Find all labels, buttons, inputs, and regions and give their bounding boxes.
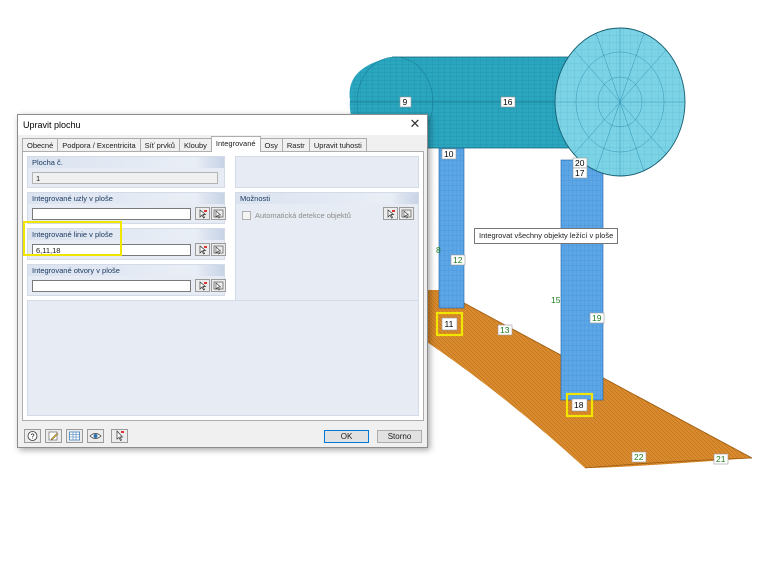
model-label-18: 18 [571, 398, 588, 412]
integrated-tab-panel: Plocha č. 1 Integrované uzly v ploše Mož… [22, 151, 424, 421]
svg-text:10: 10 [444, 149, 454, 159]
model-label-16: 16 [500, 96, 516, 108]
svg-text:?: ? [31, 434, 35, 441]
pick-all-icon [213, 281, 224, 291]
blank-group [235, 156, 419, 188]
integrated-openings-label: Integrované otvory v ploše [28, 265, 224, 276]
close-icon[interactable]: ✕ [407, 116, 423, 132]
surface-no-label: Plocha č. [28, 157, 224, 168]
tab-modify-stiffness[interactable]: Upravit tuhosti [308, 138, 367, 152]
table-icon [69, 431, 80, 441]
integrated-nodes-input[interactable] [32, 208, 191, 220]
info-area [27, 300, 419, 416]
model-label-13: 13 [497, 324, 513, 336]
view-button[interactable] [87, 429, 104, 443]
surface-no-field: 1 [32, 172, 218, 184]
edit-button[interactable] [45, 429, 62, 443]
pick-all-openings-button[interactable] [211, 279, 226, 292]
model-label-17: 17 [572, 167, 588, 179]
left-wall[interactable] [438, 147, 465, 309]
model-label-9: 9 [399, 96, 412, 108]
model-label-8: 8 [436, 245, 441, 255]
pick-all-lines-button[interactable] [211, 243, 226, 256]
eye-icon [89, 433, 102, 439]
integrated-lines-input[interactable]: 6,11,18 [32, 244, 191, 256]
pick-all-icon [401, 209, 412, 219]
integrated-nodes-group: Integrované uzly v ploše [27, 192, 226, 224]
help-icon: ? [27, 431, 38, 441]
pick-cursor-icon [199, 209, 207, 219]
model-label-21: 21 [713, 453, 729, 465]
table-button[interactable] [66, 429, 83, 443]
pick-all-nodes-button[interactable] [211, 207, 226, 220]
tooltip: Integrovat všechny objekty ležící v ploš… [474, 228, 619, 244]
options-label: Možnosti [236, 193, 418, 204]
svg-text:17: 17 [575, 168, 585, 178]
surface-no-group: Plocha č. 1 [27, 156, 225, 188]
model-label-22: 22 [631, 451, 647, 463]
tab-axes[interactable]: Osy [259, 138, 283, 152]
pick-cursor-icon [199, 245, 207, 255]
auto-detect-label: Automatická detekce objektů [255, 211, 351, 220]
ok-button[interactable]: OK [324, 430, 369, 443]
svg-text:21: 21 [716, 454, 726, 464]
auto-detect-checkbox[interactable] [242, 211, 251, 220]
svg-text:9: 9 [403, 97, 408, 107]
svg-text:12: 12 [453, 255, 463, 265]
model-label-11: 11 [441, 317, 458, 331]
pick-openings-button[interactable] [195, 279, 210, 292]
model-label-10: 10 [441, 148, 457, 160]
tab-grid[interactable]: Rastr [281, 138, 310, 152]
svg-text:11: 11 [445, 319, 454, 329]
svg-text:18: 18 [574, 400, 584, 410]
svg-text:22: 22 [634, 452, 644, 462]
pick-nodes-button[interactable] [195, 207, 210, 220]
tab-strip: Obecné Podpora / Excentricita Síť prvků … [22, 136, 367, 152]
svg-text:15: 15 [551, 295, 561, 305]
model-label-20: 20 [572, 157, 588, 169]
pick-cursor-icon [387, 209, 395, 219]
options-pick-all-button[interactable] [399, 207, 414, 220]
tab-integrated[interactable]: Integrované [210, 136, 261, 152]
model-label-15: 15 [551, 295, 561, 305]
integrated-nodes-label: Integrované uzly v ploše [28, 193, 224, 204]
pick-cursor-icon [199, 281, 207, 291]
cancel-button[interactable]: Storno [377, 430, 422, 443]
svg-text:16: 16 [503, 97, 513, 107]
right-wall[interactable] [560, 159, 604, 401]
options-pick-button[interactable] [383, 207, 398, 220]
tab-hinges[interactable]: Klouby [178, 138, 212, 152]
pick-all-icon [213, 209, 224, 219]
integrated-openings-input[interactable] [32, 280, 191, 292]
svg-text:19: 19 [592, 313, 602, 323]
dialog-footer: ? OK Storno [18, 421, 427, 447]
svg-text:8: 8 [436, 245, 441, 255]
auto-detect-row[interactable]: Automatická detekce objektů [242, 211, 351, 220]
svg-text:20: 20 [575, 158, 585, 168]
dialog-title: Upravit plochu [23, 120, 81, 130]
integrated-lines-group: Integrované linie v ploše 6,11,18 [27, 228, 226, 260]
model-label-19: 19 [589, 312, 605, 324]
help-button[interactable]: ? [24, 429, 41, 443]
pick-lines-button[interactable] [195, 243, 210, 256]
tab-mesh[interactable]: Síť prvků [139, 138, 180, 152]
integrated-openings-group: Integrované otvory v ploše [27, 264, 226, 296]
pick-all-icon [213, 245, 224, 255]
select-icon [116, 430, 124, 441]
tab-support-eccentricity[interactable]: Podpora / Excentricita [57, 138, 141, 152]
edit-surface-dialog: Upravit plochu ✕ Obecné Podpora / Excent… [17, 114, 428, 448]
svg-text:13: 13 [500, 325, 510, 335]
model-label-12: 12 [450, 254, 466, 266]
dialog-titlebar[interactable]: Upravit plochu ✕ [18, 115, 427, 135]
integrated-lines-label: Integrované linie v ploše [28, 229, 224, 240]
edit-icon [48, 431, 59, 441]
select-button[interactable] [111, 429, 128, 443]
tab-general[interactable]: Obecné [22, 138, 59, 152]
